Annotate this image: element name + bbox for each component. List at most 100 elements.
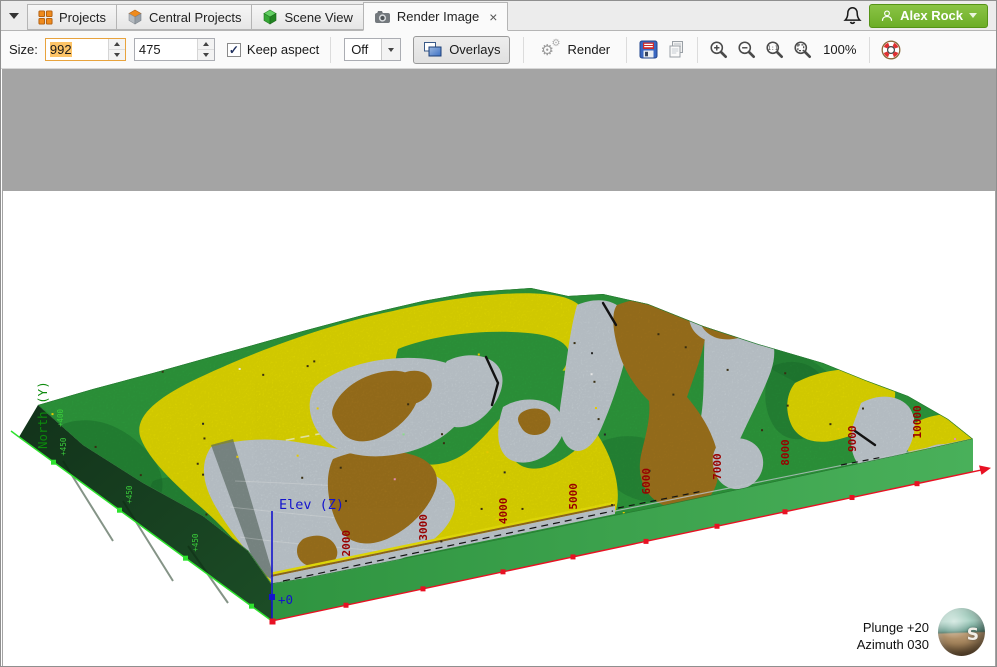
toolbar-separator — [330, 37, 331, 63]
copy-icon — [666, 39, 687, 60]
elev-axis-label: Elev (Z) — [279, 497, 344, 513]
height-value: 475 — [139, 42, 161, 57]
lifebuoy-icon — [880, 39, 902, 61]
east-grid-label: 9000 — [846, 425, 859, 452]
east-tick — [715, 524, 720, 529]
chevron-up-icon — [203, 42, 209, 46]
north-tick — [183, 556, 188, 561]
zoom-actual-size-icon: 1:1 — [765, 40, 785, 60]
zoom-in-button[interactable] — [705, 36, 733, 64]
render-viewport: +450 +450 +450 North (Y) +400 +0 Elev (Z) — [2, 69, 997, 667]
tab-label: Central Projects — [149, 10, 241, 25]
east-grid-label: 10000 — [911, 405, 924, 438]
north-tick — [249, 604, 254, 609]
height-decrement-button[interactable] — [198, 50, 214, 60]
tab-overflow-arrow-icon — [9, 13, 19, 19]
toolbar-separator — [869, 37, 870, 63]
zoom-out-button[interactable] — [733, 36, 761, 64]
terrain-3d-render: +450 +450 +450 North (Y) +400 +0 Elev (Z) — [3, 191, 995, 666]
svg-text:+400: +400 — [56, 408, 65, 427]
tab-render-image[interactable]: Render Image × — [363, 2, 509, 31]
height-increment-button[interactable] — [198, 39, 214, 50]
east-grid-label: 2000 — [340, 530, 353, 557]
overlays-label: Overlays — [449, 42, 500, 57]
east-tick — [421, 586, 426, 591]
size-label: Size: — [9, 42, 38, 57]
keep-aspect-label: Keep aspect — [247, 42, 319, 57]
render-button[interactable]: ⚙⚙ Render — [531, 36, 619, 64]
east-tick — [850, 495, 855, 500]
combo-dropdown-button[interactable] — [381, 39, 400, 60]
east-grid-label: 6000 — [640, 468, 653, 495]
gears-icon: ⚙⚙ — [540, 39, 562, 61]
copy-image-button[interactable] — [662, 36, 690, 64]
north-axis-label: North (Y) — [35, 381, 50, 449]
render-label: Render — [567, 42, 610, 57]
zoom-in-icon — [709, 40, 729, 60]
tab-overflow-button[interactable] — [1, 3, 27, 29]
height-spinbox[interactable]: 475 — [134, 38, 215, 61]
zoom-fit-icon — [793, 40, 813, 60]
chevron-up-icon — [114, 42, 120, 46]
zoom-out-icon — [737, 40, 757, 60]
render-toolbar: Size: 992 475 ✓ Keep aspect Off — [1, 31, 996, 69]
rendered-image: +450 +450 +450 North (Y) +400 +0 Elev (Z) — [3, 191, 995, 666]
save-image-button[interactable] — [634, 36, 662, 64]
width-spinbox[interactable]: 992 — [45, 38, 126, 61]
tab-central-projects[interactable]: Central Projects — [116, 4, 251, 30]
keep-aspect-checkbox[interactable]: ✓ Keep aspect — [227, 42, 319, 57]
width-decrement-button[interactable] — [109, 50, 125, 60]
north-grid-label: +450 — [125, 485, 134, 504]
zoom-actual-size-button[interactable]: 1:1 — [761, 36, 789, 64]
azimuth-value: Azimuth 030 — [857, 636, 929, 654]
zoom-fit-button[interactable] — [789, 36, 817, 64]
tab-scene-view[interactable]: Scene View — [251, 4, 362, 30]
compass-ball-icon[interactable]: S — [938, 608, 985, 656]
toolbar-separator — [523, 37, 524, 63]
overlays-icon — [423, 41, 443, 58]
tab-close-icon[interactable]: × — [489, 10, 497, 24]
east-axis-arrow — [979, 465, 991, 475]
camera-icon — [374, 9, 391, 24]
chevron-down-icon — [203, 53, 209, 57]
east-grid-label: 8000 — [779, 439, 792, 466]
plunge-value: Plunge +20 — [857, 619, 929, 637]
zoom-level-value: 100% — [823, 42, 856, 57]
chevron-down-icon — [114, 53, 120, 57]
east-tick — [344, 603, 349, 608]
notifications-button[interactable] — [835, 6, 869, 26]
east-tick — [915, 481, 920, 486]
east-tick — [644, 539, 649, 544]
projects-grid-icon — [38, 10, 53, 25]
origin-tick-label: +0 — [278, 592, 293, 607]
north-grid-label: +450 — [191, 533, 200, 552]
overlay-mode-select[interactable]: Off — [344, 38, 401, 61]
checkbox-check-icon: ✓ — [227, 43, 241, 57]
east-grid-label: 5000 — [567, 483, 580, 510]
east-tick — [501, 569, 506, 574]
central-projects-cube-icon — [127, 9, 143, 25]
support-button[interactable] — [877, 36, 905, 64]
tab-label: Projects — [59, 10, 106, 25]
width-value: 992 — [50, 42, 72, 57]
overlays-toggle-button[interactable]: Overlays — [413, 36, 510, 64]
orientation-readout: Plunge +20 Azimuth 030 — [857, 619, 929, 654]
width-increment-button[interactable] — [109, 39, 125, 50]
north-grid-label: +450 — [59, 437, 68, 456]
chevron-down-icon — [388, 48, 394, 52]
toolbar-separator — [697, 37, 698, 63]
bell-icon — [843, 6, 862, 26]
east-tick — [783, 509, 788, 514]
user-menu-button[interactable]: Alex Rock — [869, 4, 988, 28]
north-tick — [117, 508, 122, 513]
north-tick — [51, 460, 56, 465]
save-icon — [638, 39, 659, 60]
compass-south-letter: S — [967, 625, 979, 645]
east-grid-label: 7000 — [711, 453, 724, 480]
app-window: Projects Central Projects Scene View — [0, 0, 997, 667]
tab-projects[interactable]: Projects — [27, 4, 116, 30]
tab-bar: Projects Central Projects Scene View — [1, 1, 996, 31]
user-name: Alex Rock — [900, 8, 963, 23]
east-tick — [571, 554, 576, 559]
east-grid-label: 4000 — [497, 498, 510, 525]
